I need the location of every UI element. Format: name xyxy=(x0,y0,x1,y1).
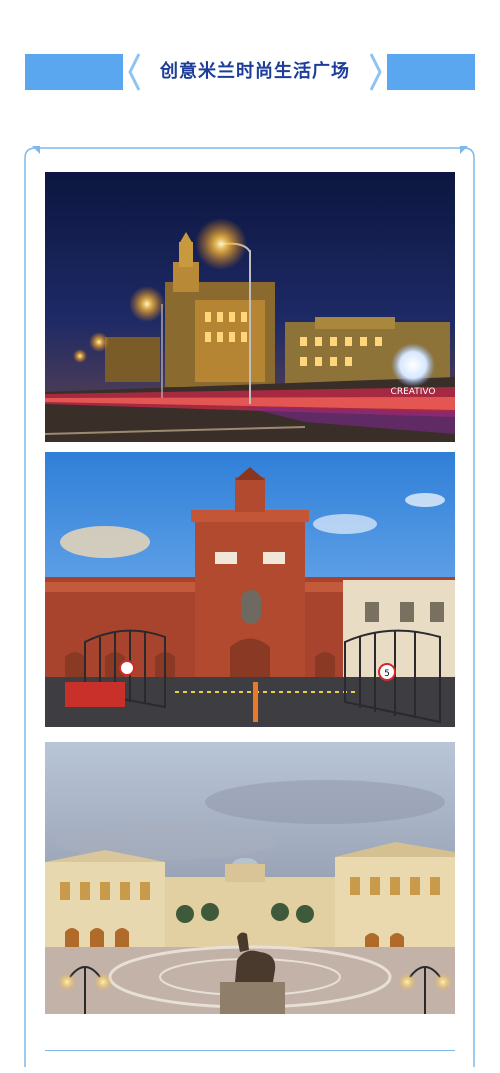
section-header-banner: 创意米兰时尚生活广场 xyxy=(25,52,475,92)
speed-limit-sign: 5 xyxy=(384,669,390,679)
banner-right-bar xyxy=(387,54,475,90)
photo-plaza-statue xyxy=(45,742,455,1014)
chevron-right-icon xyxy=(369,53,382,91)
banner-left-bar xyxy=(25,54,123,90)
bottom-divider xyxy=(45,1050,455,1051)
chevron-left-icon xyxy=(128,53,141,91)
creativo-sign-text: CREATIVO xyxy=(391,387,436,397)
section-title: 创意米兰时尚生活广场 xyxy=(160,61,350,82)
photo-castle-gate: 5 xyxy=(45,452,455,727)
photo-night-street: CREATIVO xyxy=(45,172,455,442)
